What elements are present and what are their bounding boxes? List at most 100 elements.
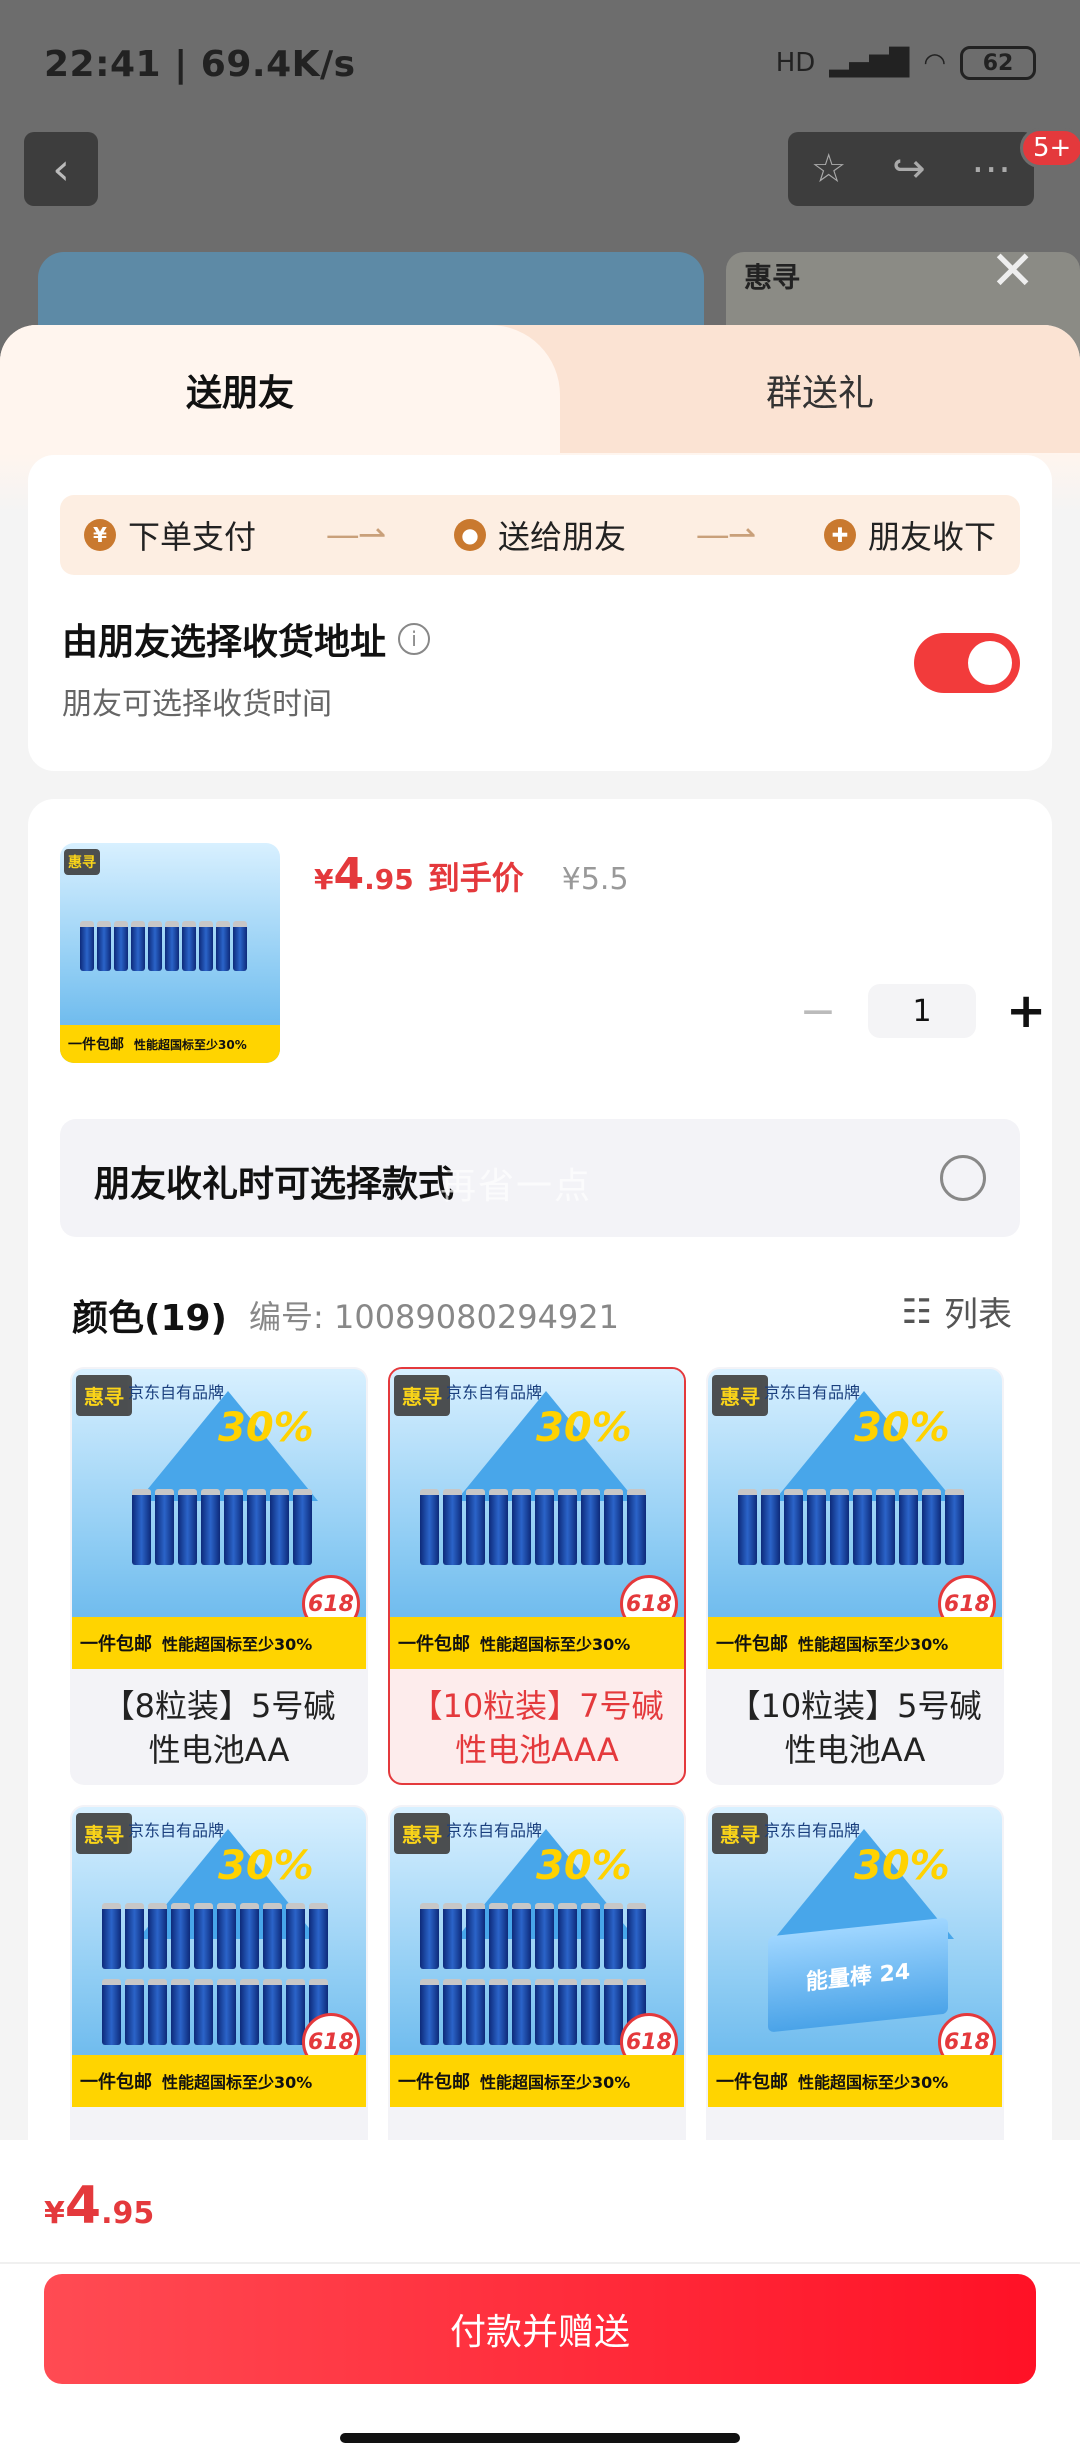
more-icon[interactable]: ⋯ — [971, 146, 1011, 192]
sku-image-footer: 一件包邮 性能超国标至少30% — [708, 2055, 1002, 2107]
price-line: ¥4.95 到手价 ¥5.5 — [314, 849, 629, 900]
thumb-footer-right: 性能超国标至少30% — [134, 1037, 247, 1052]
battery-row — [102, 1979, 328, 2045]
percent-graphic: 30% — [854, 1405, 950, 1451]
battery-graphic — [466, 1489, 485, 1565]
battery-graphic — [263, 1903, 282, 1969]
address-title-text: 由朋友选择收货地址 — [62, 622, 387, 663]
sku-option[interactable]: 惠寻 京东自有品牌 30% 618 一件包邮 性能超国标至少30% 【8粒装】5号碱性电池A… — [70, 1367, 368, 1785]
quantity-input[interactable]: 1 — [868, 984, 976, 1038]
divider — [0, 2262, 1080, 2264]
battery-graphic — [899, 1489, 918, 1565]
brand-logo: 惠寻 — [712, 1375, 768, 1416]
battery-graphic — [247, 1489, 266, 1565]
battery-graphic — [201, 1489, 220, 1565]
battery-graphic — [489, 1489, 508, 1565]
battery-graphic — [581, 1903, 600, 1969]
battery-graphic — [581, 1979, 600, 2045]
battery-graphic — [148, 1979, 167, 2045]
list-view-button[interactable]: ☷ 列表 — [902, 1287, 1012, 1336]
sku-image-footer: 一件包邮 性能超国标至少30% — [390, 1617, 684, 1669]
battery-row — [738, 1489, 964, 1565]
flow-step-pay: ¥ 下单支付 — [84, 512, 256, 558]
battery-graphic — [738, 1489, 757, 1565]
sku-label: 【10粒装】5号碱性电池AA — [728, 1687, 982, 1769]
sku-image: 惠寻 京东自有品牌 30% 618 一件包邮 性能超国标至少30% — [390, 1369, 684, 1669]
battery-graphic — [512, 1979, 531, 2045]
yen-icon: ¥ — [84, 519, 116, 551]
sku-footer-left: 一件包邮 — [80, 2072, 152, 2093]
original-price: ¥5.5 — [561, 862, 629, 897]
battery-graphic — [171, 1903, 190, 1969]
battery-row — [420, 1489, 646, 1565]
style-choice-row[interactable]: 朋友收礼时可选择款式 再省一点 — [60, 1119, 1020, 1237]
spec-header: 颜色(19) 编号: 10089080294921 — [72, 1289, 619, 1341]
star-icon[interactable]: ☆ — [811, 146, 847, 192]
sku-image: 惠寻 京东自有品牌 30% 618 一件包邮 性能超国标至少30% — [390, 1807, 684, 2107]
style-choice-radio[interactable] — [940, 1155, 986, 1201]
footer-price-int: 4 — [64, 2176, 102, 2236]
gift-icon: ✚ — [823, 519, 856, 551]
back-button[interactable]: ‹ — [24, 132, 98, 206]
battery-graphic — [807, 1489, 826, 1565]
battery-graphic — [489, 1903, 508, 1969]
battery-graphic — [945, 1489, 964, 1565]
address-toggle[interactable] — [914, 633, 1020, 693]
chat-icon: ● — [453, 519, 486, 551]
percent-graphic: 30% — [536, 1843, 632, 1889]
sku-footer-right: 性能超国标至少30% — [480, 1635, 631, 1654]
brand-logo: 惠寻 — [76, 1375, 132, 1416]
product-thumbnail[interactable]: 惠寻 一件包邮 性能超国标至少30% — [60, 843, 280, 1063]
toggle-knob — [968, 641, 1012, 685]
sku-label: 【8粒装】5号碱性电池AA — [102, 1687, 336, 1769]
battery-graphic — [224, 1489, 243, 1565]
battery-graphic — [125, 1903, 144, 1969]
percent-graphic: 30% — [854, 1843, 950, 1889]
sku-option[interactable]: 惠寻 京东自有品牌 30% 618 一件包邮 性能超国标至少30% 【10粒装】7号碱性电池… — [388, 1367, 686, 1785]
battery-graphic — [853, 1489, 872, 1565]
minus-button[interactable]: − — [798, 986, 838, 1037]
battery-graphic — [443, 1903, 462, 1969]
sku-image: 惠寻 京东自有品牌 30% 618 一件包邮 性能超国标至少30% — [708, 1369, 1002, 1669]
sku-footer-right: 性能超国标至少30% — [162, 1635, 313, 1654]
battery-graphic — [489, 1979, 508, 2045]
chevron-left-icon: ‹ — [52, 143, 70, 195]
battery-graphic — [148, 1903, 167, 1969]
close-icon[interactable]: ✕ — [990, 244, 1035, 298]
arrow-right-icon: —⇀ — [325, 515, 386, 555]
sku-label: 【10粒装】7号碱性电池AAA — [410, 1687, 664, 1769]
brand-logo: 惠寻 — [394, 1813, 450, 1854]
pay-and-gift-button[interactable]: 付款并赠送 — [44, 2274, 1036, 2384]
screen: 22:41 | 69.4K/s HD ▂▄▆█ ◠ 62 ‹ ☆ ↪ ⋯ 5+ … — [0, 0, 1080, 2460]
sku-footer-right: 性能超国标至少30% — [162, 2073, 313, 2092]
tab-group-gift[interactable]: 群送礼 — [560, 325, 1080, 455]
battery-graphic — [263, 1979, 282, 2045]
battery-graphic — [132, 1489, 151, 1565]
share-icon[interactable]: ↪ — [892, 146, 926, 192]
percent-graphic: 30% — [218, 1843, 314, 1889]
sku-option[interactable]: 惠寻 京东自有品牌 30% 618 一件包邮 性能超国标至少30% 【10粒装】5号碱性电池… — [706, 1367, 1004, 1785]
plus-button[interactable]: + — [1006, 983, 1046, 1039]
sku-footer-left: 一件包邮 — [398, 2072, 470, 2093]
tab-send-friend[interactable]: 送朋友 — [0, 325, 560, 455]
battery-graphic — [171, 1979, 190, 2045]
sku-image: 惠寻 京东自有品牌 30% 618 一件包邮 性能超国标至少30% — [72, 1807, 366, 2107]
brand-logo: 惠寻 — [76, 1813, 132, 1854]
footer-price: ¥4.95 — [44, 2176, 154, 2236]
battery-graphic — [443, 1489, 462, 1565]
home-indicator[interactable] — [340, 2433, 740, 2443]
product-code: 编号: 10089080294921 — [249, 1298, 620, 1336]
sku-footer-left: 一件包邮 — [398, 1634, 470, 1655]
address-card: ¥ 下单支付 —⇀ ● 送给朋友 —⇀ ✚ 朋友收下 由朋友选择收货地址 i 朋… — [28, 455, 1052, 771]
battery-graphic — [102, 1903, 121, 1969]
battery-graphic — [178, 1489, 197, 1565]
battery-graphic — [604, 1489, 623, 1565]
flow-step-send: ● 送给朋友 — [453, 512, 626, 558]
battery-graphic — [240, 1903, 259, 1969]
footer-price-dec: .95 — [101, 2196, 155, 2231]
info-icon[interactable]: i — [398, 623, 431, 655]
battery-row — [80, 921, 247, 971]
battery-graphic — [466, 1979, 485, 2045]
gift-flow: ¥ 下单支付 —⇀ ● 送给朋友 —⇀ ✚ 朋友收下 — [60, 495, 1020, 575]
sku-footer-left: 一件包邮 — [716, 1634, 788, 1655]
